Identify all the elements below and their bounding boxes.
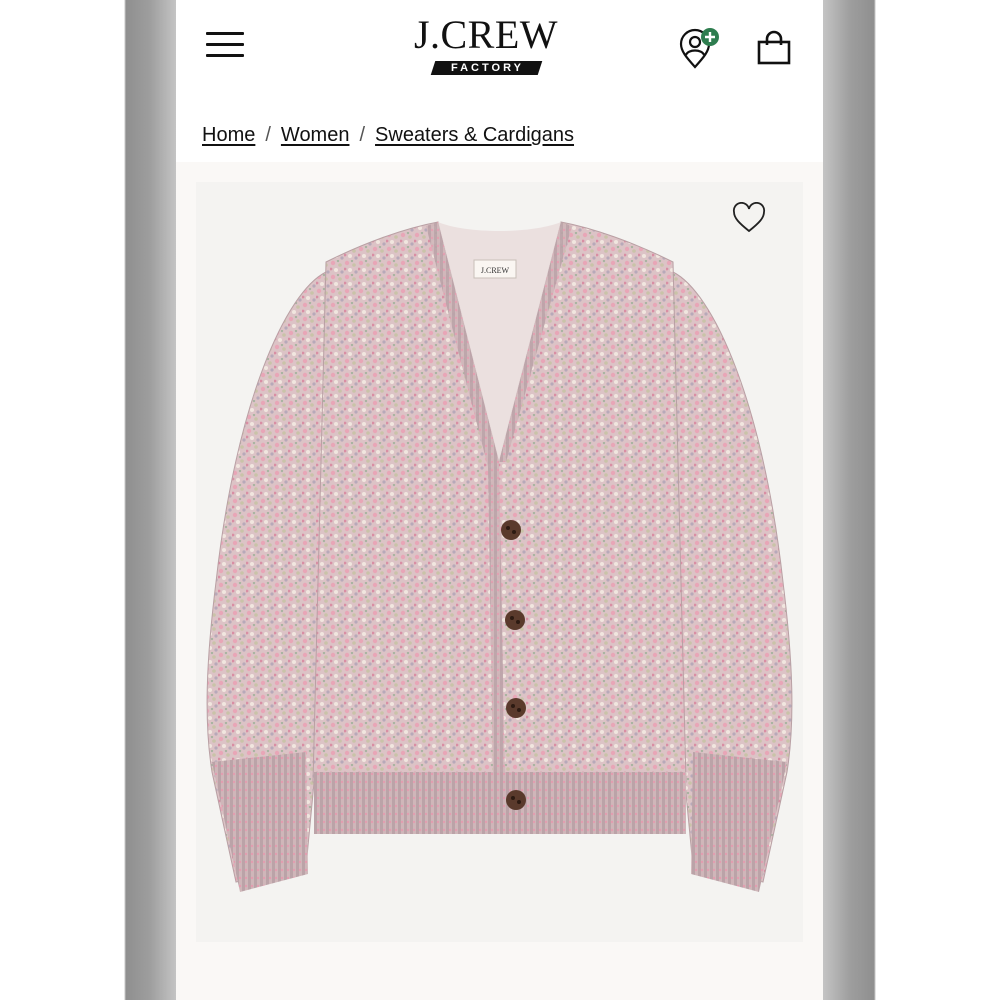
account-add-icon[interactable] — [676, 27, 720, 71]
breadcrumb: Home / Women / Sweaters & Cardigans — [202, 124, 574, 147]
logo-wordmark: J.CREW — [413, 12, 559, 57]
left-backdrop — [0, 0, 176, 1000]
breadcrumb-home[interactable]: Home — [202, 124, 255, 146]
brand-logo[interactable]: J.CREW FACTORY — [404, 12, 568, 80]
breadcrumb-sweaters-cardigans[interactable]: Sweaters & Cardigans — [375, 124, 574, 146]
right-backdrop — [823, 0, 1000, 1000]
hamburger-menu-icon[interactable] — [206, 32, 244, 58]
breadcrumb-separator: / — [359, 124, 366, 146]
product-image-area: J.CREW — [176, 162, 823, 1000]
mobile-page: J.CREW FACTORY Home / Women / Sweaters & Car… — [176, 0, 823, 1000]
breadcrumb-women[interactable]: Women — [281, 124, 350, 146]
breadcrumb-separator: / — [265, 124, 271, 146]
logo-subtitle: FACTORY — [430, 61, 542, 75]
heart-outline-icon[interactable] — [731, 202, 767, 234]
shopping-bag-icon[interactable] — [756, 30, 792, 66]
product-image[interactable]: J.CREW — [176, 162, 823, 1000]
garment-label-text: J.CREW — [481, 266, 510, 275]
